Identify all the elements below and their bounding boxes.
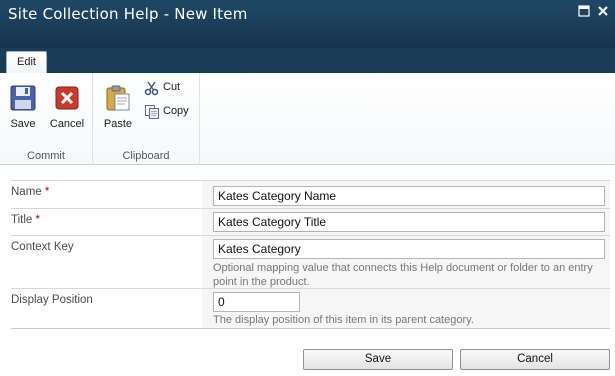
field-value-title: Kates Category Title: [202, 209, 610, 235]
ribbon-save-button[interactable]: Save: [3, 81, 43, 139]
paste-icon: [104, 84, 132, 112]
context-key-help-text: Optional mapping value that connects thi…: [213, 262, 593, 288]
required-marker: *: [35, 214, 40, 226]
group-label-clipboard: Clipboard: [122, 150, 170, 162]
dialog-title: Site Collection Help - New Item: [8, 5, 248, 23]
title-input[interactable]: Kates Category Title: [213, 212, 605, 232]
ribbon-group-clipboard: Paste Cut Copy Clipboard: [93, 73, 200, 165]
field-label-name: Name *: [11, 181, 202, 208]
field-label-text: Context Key: [11, 241, 74, 253]
field-label-title: Title *: [11, 209, 202, 235]
field-label-text: Name: [11, 186, 42, 198]
field-label-text: Title: [11, 214, 33, 226]
display-position-input[interactable]: 0: [213, 292, 300, 312]
field-label-context-key: Context Key: [11, 236, 202, 288]
field-value-display-position: 0 The display position of this item in i…: [202, 289, 610, 328]
display-position-help-text: The display position of this item in its…: [213, 314, 474, 326]
context-key-input[interactable]: Kates Category: [213, 239, 605, 259]
field-label-text: Display Position: [11, 294, 93, 306]
ribbon-cancel-label: Cancel: [49, 118, 85, 130]
close-icon[interactable]: [597, 5, 609, 17]
field-label-display-position: Display Position: [11, 289, 202, 328]
scissors-icon: [144, 80, 160, 96]
ribbon-save-label: Save: [10, 118, 36, 130]
ribbon-cut-label: Cut: [163, 81, 181, 93]
field-row-title: Title * Kates Category Title: [11, 208, 610, 235]
field-row-name: Name * Kates Category Name: [11, 180, 610, 208]
form-bottom-divider: [11, 328, 610, 329]
ribbon-copy-label: Copy: [163, 105, 189, 117]
dialog-title-bar: Site Collection Help - New Item: [0, 0, 615, 48]
group-label-commit: Commit: [27, 150, 65, 162]
ribbon-cancel-button[interactable]: Cancel: [47, 81, 87, 139]
ribbon-paste-button[interactable]: Paste: [98, 81, 138, 139]
ribbon-group-commit: Save Cancel Commit: [0, 73, 93, 165]
field-row-display-position: Display Position 0 The display position …: [11, 288, 610, 328]
ribbon-paste-label: Paste: [103, 118, 133, 130]
required-marker: *: [44, 186, 50, 198]
ribbon-copy-button[interactable]: Copy: [144, 103, 198, 121]
copy-icon: [144, 104, 160, 120]
field-value-context-key: Kates Category Optional mapping value th…: [202, 236, 610, 288]
cancel-button[interactable]: Cancel: [460, 349, 610, 370]
tab-edit[interactable]: Edit: [6, 51, 47, 73]
maximize-icon[interactable]: [578, 5, 590, 17]
cancel-icon: [53, 84, 81, 112]
save-icon: [9, 84, 37, 112]
ribbon: Save Cancel Commit Paste Cut Copy Clipbo…: [0, 73, 615, 165]
field-value-name: Kates Category Name: [202, 181, 610, 208]
field-row-context-key: Context Key Kates Category Optional mapp…: [11, 235, 610, 288]
ribbon-cut-button[interactable]: Cut: [144, 79, 194, 97]
name-input[interactable]: Kates Category Name: [213, 186, 605, 206]
ribbon-tab-strip: Edit: [0, 48, 615, 73]
save-button[interactable]: Save: [303, 349, 453, 370]
